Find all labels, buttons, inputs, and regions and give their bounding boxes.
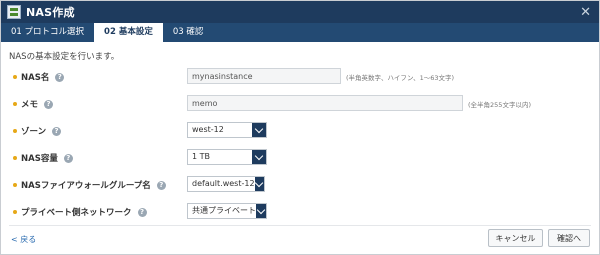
firewall-group-select[interactable]: default.west-12 <box>187 176 265 192</box>
nas-name-label: NAS名 ? <box>13 71 65 83</box>
memo-label: メモ ? <box>13 98 54 110</box>
row-nas-name: NAS名 ? mynasinstance (半角英数字、ハイフン、1～63文字) <box>1 66 599 89</box>
required-bullet-icon <box>13 183 17 187</box>
required-bullet-icon <box>13 210 17 214</box>
step-tabs: 01 プロトコル選択 02 基本設定 03 確認 <box>1 23 599 42</box>
tab-protocol-select[interactable]: 01 プロトコル選択 <box>1 23 94 42</box>
chevron-down-icon[interactable] <box>252 123 266 137</box>
footer-divider <box>9 225 591 226</box>
nas-create-dialog: NAS作成 ✕ 01 プロトコル選択 02 基本設定 03 確認 NASの基本設… <box>0 0 600 255</box>
required-bullet-icon <box>13 102 17 106</box>
help-icon[interactable]: ? <box>52 126 62 136</box>
private-network-label: プライベート側ネットワーク ? <box>13 206 147 218</box>
chevron-down-icon[interactable] <box>256 204 266 218</box>
nas-name-hint: (半角英数字、ハイフン、1～63文字) <box>346 74 455 82</box>
required-bullet-icon <box>13 156 17 160</box>
window-title: NAS作成 <box>26 6 75 19</box>
chevron-down-icon[interactable] <box>252 150 266 164</box>
capacity-select-value: 1 TB <box>192 152 211 161</box>
memo-hint: (全半角255文字以内) <box>468 101 531 109</box>
nas-app-icon <box>7 5 21 19</box>
zone-select[interactable]: west-12 <box>187 122 267 138</box>
help-icon[interactable]: ? <box>55 72 65 82</box>
tab-basic-settings[interactable]: 02 基本設定 <box>94 23 163 42</box>
intro-text: NASの基本設定を行います。 <box>9 52 120 62</box>
chevron-down-icon[interactable] <box>254 177 264 191</box>
row-private-network: プライベート側ネットワーク ? 共通プライベート <box>1 201 599 224</box>
help-icon[interactable]: ? <box>44 99 54 109</box>
help-icon[interactable]: ? <box>137 207 147 217</box>
row-capacity: NAS容量 ? 1 TB <box>1 147 599 170</box>
firewall-group-label: NASファイアウォールグループ名 ? <box>13 179 166 191</box>
help-icon[interactable]: ? <box>63 153 73 163</box>
required-bullet-icon <box>13 129 17 133</box>
title-bar: NAS作成 ✕ <box>1 1 599 23</box>
memo-input[interactable]: memo <box>187 95 463 111</box>
private-network-select[interactable]: 共通プライベート <box>187 203 267 219</box>
capacity-label: NAS容量 ? <box>13 152 73 164</box>
zone-select-value: west-12 <box>192 125 224 134</box>
help-icon[interactable]: ? <box>156 180 166 190</box>
cancel-button[interactable]: キャンセル <box>488 229 543 247</box>
firewall-group-select-value: default.west-12 <box>192 179 255 188</box>
row-firewall-group: NASファイアウォールグループ名 ? default.west-12 <box>1 174 599 197</box>
back-link[interactable]: < 戻る <box>11 234 36 245</box>
required-bullet-icon <box>13 75 17 79</box>
next-confirm-button[interactable]: 確認へ <box>548 229 590 247</box>
capacity-select[interactable]: 1 TB <box>187 149 267 165</box>
tab-confirm[interactable]: 03 確認 <box>163 23 214 42</box>
private-network-select-value: 共通プライベート <box>192 206 256 215</box>
zone-label: ゾーン ? <box>13 125 62 137</box>
nas-name-input[interactable]: mynasinstance <box>187 68 341 84</box>
close-icon[interactable]: ✕ <box>580 6 591 19</box>
row-memo: メモ ? memo (全半角255文字以内) <box>1 93 599 116</box>
row-zone: ゾーン ? west-12 <box>1 120 599 143</box>
